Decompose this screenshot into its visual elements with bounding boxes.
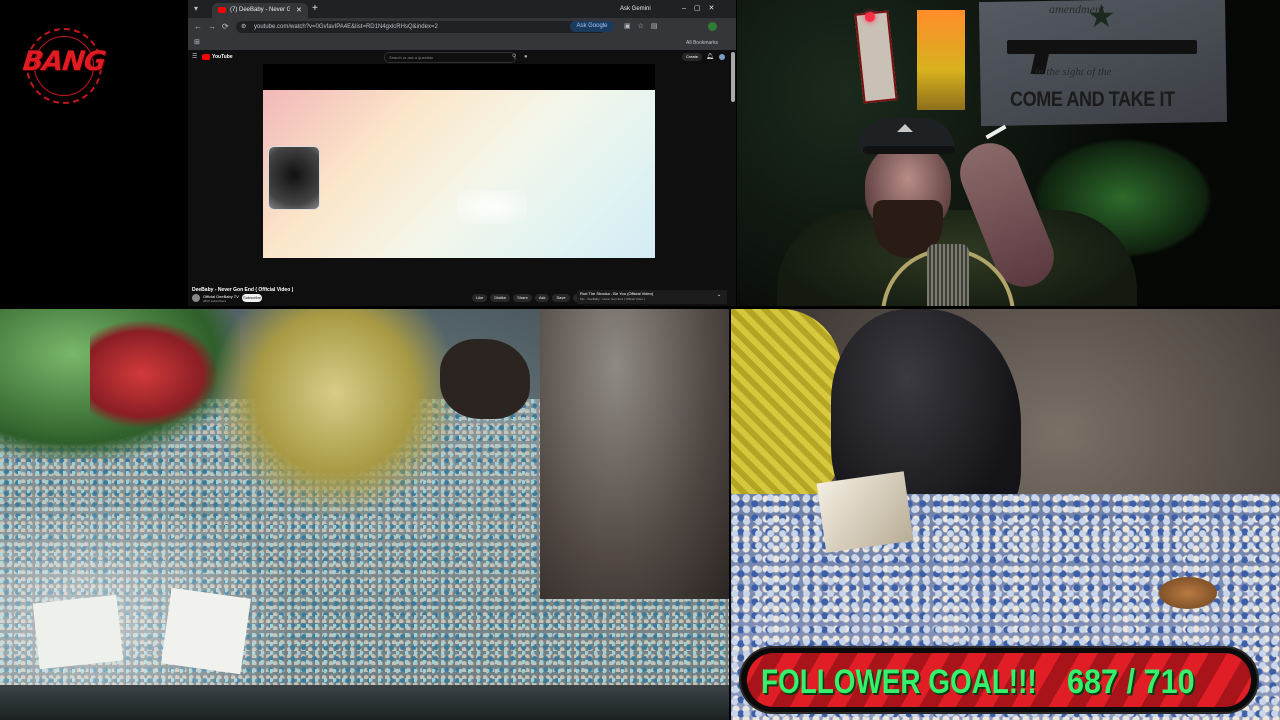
light-flare (457, 190, 527, 224)
goal-label: FOLLOWER GOAL!!! (761, 663, 1037, 701)
youtube-favicon-icon (218, 7, 226, 13)
follower-goal-widget: FOLLOWER GOAL!!! 687 / 710 (741, 648, 1257, 712)
page-scrollbar[interactable] (731, 52, 735, 102)
tab-title: (7) DeeBaby - Never Gon E (230, 7, 290, 13)
profile-avatar[interactable] (708, 22, 717, 31)
site-info-icon[interactable]: ⚙ (241, 21, 246, 33)
yellow-leaf-plant (210, 309, 460, 519)
apps-grid-icon[interactable]: ⊞ (194, 36, 200, 50)
browser-tab[interactable]: (7) DeeBaby - Never Gon E ✕ (212, 3, 308, 18)
share-button[interactable]: Share (513, 294, 532, 302)
window-controls[interactable]: –▢✕ (682, 0, 722, 18)
goal-progress-bar: FOLLOWER GOAL!!! 687 / 710 (747, 653, 1251, 707)
nav-buttons[interactable]: ←→⟳ (194, 18, 235, 36)
tab-search-icon[interactable]: ▾ (194, 0, 198, 18)
video-title: DeeBaby - Never Gon End ( Official Video… (192, 287, 294, 293)
up-next-title: Rod The Shocka - Be You (Official Video) (580, 291, 654, 296)
browser-window: ▾ (7) DeeBaby - Never Gon E ✕ + Ask Gemi… (188, 0, 736, 306)
video-frame (263, 90, 655, 258)
up-next-subtitle: Mix - DeeBaby - Never Gon End ( Official… (580, 297, 646, 301)
menu-icon[interactable]: ☰ (192, 50, 197, 64)
notifications-bell-icon[interactable]: 🔔︎ (706, 50, 714, 64)
url-text: youtube.com/watch?v=0GvfavIPA4E&list=RD1… (254, 24, 438, 30)
browser-toolbar: ←→⟳ ⚙ youtube.com/watch?v=0GvfavIPA4E&li… (188, 18, 736, 36)
channel-logo-panel: BANG (0, 0, 186, 306)
toolbar-icons[interactable]: ▣☆▤ (624, 18, 665, 36)
microphone (927, 244, 969, 306)
create-button[interactable]: Create (682, 53, 702, 61)
logo-text: BANG (21, 46, 107, 77)
ask-google-button[interactable]: Ask Google (570, 21, 614, 32)
bookmarks-bar: ⊞ All Bookmarks (188, 36, 736, 51)
ask-gemini-button[interactable]: Ask Gemini (620, 0, 651, 18)
subscriber-count: 281K subscribers (203, 299, 227, 303)
phone-overlay (268, 146, 320, 210)
flag-text-middle: in the sight of the (1035, 66, 1112, 78)
youtube-brand[interactable]: YouTube (212, 50, 233, 64)
ask-button[interactable]: Ask (534, 294, 550, 302)
dark-rock (440, 339, 530, 419)
spongebob-poster (917, 10, 965, 110)
snail (1159, 577, 1217, 609)
cap-brim (863, 146, 955, 154)
chevron-down-icon[interactable]: ⌄ (717, 292, 721, 298)
address-bar[interactable]: ⚙ youtube.com/watch?v=0GvfavIPA4E&list=R… (236, 21, 606, 33)
flag-slogan: COME AND TAKE IT (1010, 88, 1175, 111)
video-player[interactable] (263, 64, 655, 258)
new-tab-icon[interactable]: + (312, 0, 318, 18)
tank-rim (0, 685, 729, 720)
youtube-search-input[interactable]: Search or ask a question (384, 52, 516, 63)
dislike-button[interactable]: Dislike (490, 294, 511, 302)
flag-text-top: amendment (1049, 2, 1105, 16)
river-rocks (540, 309, 729, 599)
white-card (161, 587, 251, 675)
aquarium-cam-left (0, 309, 729, 720)
tab-close-icon[interactable]: ✕ (296, 3, 302, 18)
tab-bar: ▾ (7) DeeBaby - Never Gon E ✕ + Ask Gemi… (188, 0, 736, 18)
all-bookmarks-link[interactable]: All Bookmarks (686, 36, 718, 50)
wall-poster (854, 10, 898, 104)
goal-count: 687 / 710 (1067, 663, 1195, 701)
cigarette (985, 124, 1007, 140)
mic-icon[interactable]: ● (524, 50, 528, 64)
search-placeholder: Search or ask a question (389, 55, 434, 60)
quartz-stone (816, 471, 914, 553)
white-card (32, 594, 124, 670)
save-button[interactable]: Save (552, 294, 570, 302)
youtube-logo-icon[interactable] (202, 54, 210, 60)
youtube-header: ☰ YouTube Search or ask a question ⚲ ● C… (188, 50, 736, 64)
search-icon[interactable]: ⚲ (512, 50, 516, 64)
yellow-decor (731, 309, 841, 509)
youtube-avatar[interactable] (719, 54, 725, 60)
red-coral-decor (90, 319, 220, 429)
subscribe-button[interactable]: Subscribe (242, 294, 262, 302)
channel-avatar[interactable] (192, 294, 200, 302)
red-light (865, 12, 875, 22)
webcam-feed: ★ amendment in the sight of the COME AND… (737, 0, 1280, 306)
up-next-card[interactable]: Rod The Shocka - Be You (Official Video)… (577, 290, 727, 304)
like-button[interactable]: Like (472, 294, 488, 302)
video-actions: LikeDislikeShareAskSave... (472, 294, 587, 302)
